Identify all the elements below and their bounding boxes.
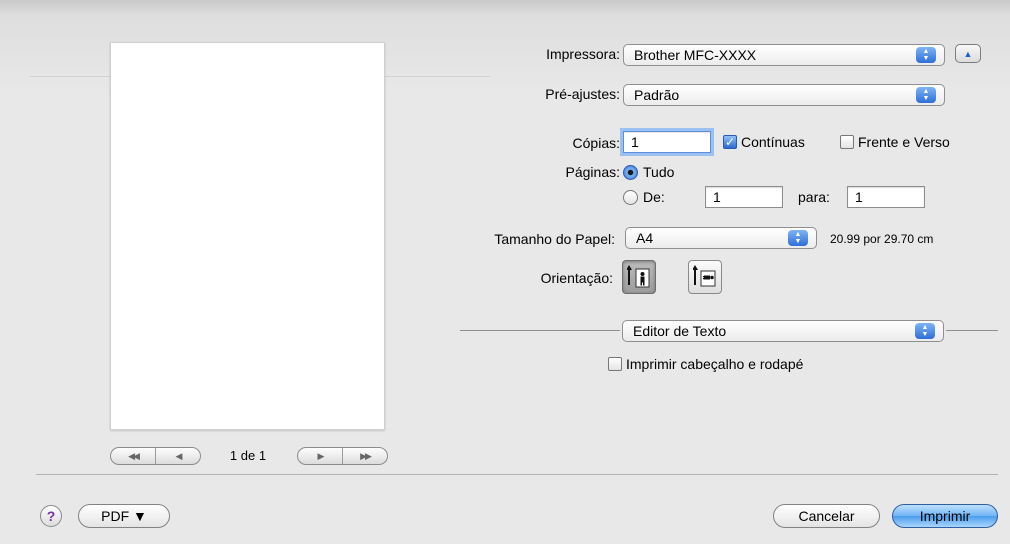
pages-label: Páginas: bbox=[565, 164, 620, 180]
copies-label: Cópias: bbox=[572, 135, 620, 151]
preview-nav-back-group: ◀◀ ◀ bbox=[110, 447, 201, 465]
window-top-edge bbox=[0, 0, 1010, 15]
paper-size-dimensions: 20.99 por 29.70 cm bbox=[830, 232, 934, 246]
previous-page-button[interactable]: ◀ bbox=[155, 448, 200, 464]
presets-popup[interactable]: Padrão ▲ ▼ bbox=[623, 84, 945, 106]
section-divider-left bbox=[460, 330, 620, 331]
paper-size-value: A4 bbox=[636, 230, 654, 246]
orientation-label: Orientação: bbox=[540, 270, 613, 286]
pages-to-label: para: bbox=[798, 189, 830, 205]
preview-nav-forward-group: ▶ ▶▶ bbox=[297, 447, 388, 465]
collated-label: Contínuas bbox=[741, 134, 805, 150]
first-page-button[interactable]: ◀◀ bbox=[111, 448, 155, 464]
popup-arrows-icon: ▲ ▼ bbox=[788, 230, 808, 246]
copies-field[interactable]: 1 bbox=[623, 131, 711, 153]
cancel-button[interactable]: Cancelar bbox=[773, 504, 880, 528]
pages-all-radio[interactable] bbox=[623, 165, 638, 180]
last-page-button[interactable]: ▶▶ bbox=[342, 448, 387, 464]
collapse-triangle-icon: ▲ bbox=[963, 48, 973, 59]
landscape-orientation-icon bbox=[693, 265, 716, 287]
presets-label: Pré-ajustes: bbox=[545, 86, 620, 102]
pdf-button[interactable]: PDF ▼ bbox=[78, 504, 170, 528]
paper-size-label: Tamanho do Papel: bbox=[494, 231, 615, 247]
pages-range-radio[interactable] bbox=[623, 190, 638, 205]
portrait-orientation-icon bbox=[627, 265, 650, 288]
portrait-orientation-button[interactable] bbox=[622, 260, 656, 294]
print-preview-page bbox=[110, 42, 385, 430]
printer-disclosure-button[interactable]: ▲ bbox=[955, 44, 981, 63]
duplex-label: Frente e Verso bbox=[858, 134, 950, 150]
pages-from-field[interactable]: 1 bbox=[705, 186, 783, 208]
printer-popup[interactable]: Brother MFC-XXXX ▲ ▼ bbox=[623, 44, 945, 66]
section-value: Editor de Texto bbox=[633, 323, 727, 339]
pages-all-label: Tudo bbox=[643, 164, 675, 180]
header-footer-checkbox[interactable] bbox=[608, 357, 622, 371]
next-page-button[interactable]: ▶ bbox=[298, 448, 342, 464]
print-options-section-popup[interactable]: Editor de Texto ▲ ▼ bbox=[622, 320, 944, 342]
printer-value: Brother MFC-XXXX bbox=[634, 47, 757, 63]
header-footer-label: Imprimir cabeçalho e rodapé bbox=[626, 356, 804, 372]
next-page-icon: ▶ bbox=[317, 450, 325, 461]
paper-size-popup[interactable]: A4 ▲ ▼ bbox=[625, 227, 817, 249]
printer-label: Impressora: bbox=[546, 46, 620, 62]
rewind-to-first-icon: ◀◀ bbox=[128, 450, 140, 461]
popup-arrows-icon: ▲ ▼ bbox=[916, 47, 936, 63]
presets-value: Padrão bbox=[634, 87, 680, 103]
popup-arrows-icon: ▲ ▼ bbox=[916, 87, 936, 103]
section-divider-right bbox=[946, 330, 998, 331]
collated-checkbox[interactable]: ✓ bbox=[723, 135, 737, 149]
previous-page-icon: ◀ bbox=[175, 450, 183, 461]
pages-to-field[interactable]: 1 bbox=[847, 186, 925, 208]
duplex-checkbox[interactable] bbox=[840, 135, 854, 149]
help-button[interactable]: ? bbox=[40, 505, 62, 527]
pages-from-label: De: bbox=[643, 189, 665, 205]
print-button[interactable]: Imprimir bbox=[892, 504, 998, 528]
popup-arrows-icon: ▲ ▼ bbox=[915, 323, 935, 339]
landscape-orientation-button[interactable] bbox=[688, 260, 722, 294]
fast-forward-to-last-icon: ▶▶ bbox=[360, 450, 372, 461]
page-indicator: 1 de 1 bbox=[229, 448, 267, 463]
footer-separator bbox=[36, 474, 998, 475]
